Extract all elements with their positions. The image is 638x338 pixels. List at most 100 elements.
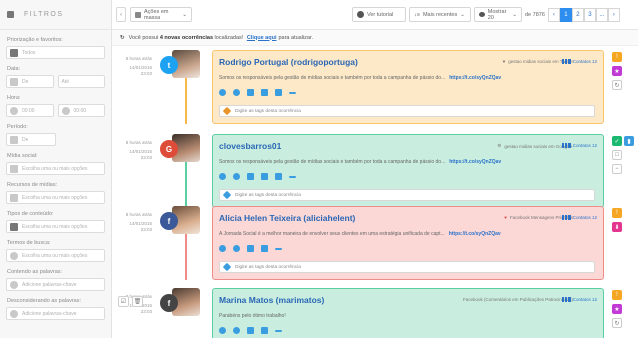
collapse-sidebar-button[interactable]: ‹	[116, 7, 126, 22]
select-card-checkbox[interactable]: ✓	[612, 136, 622, 146]
more-icon[interactable]	[275, 248, 282, 250]
filter-icon[interactable]	[7, 11, 14, 18]
page-next-button[interactable]: ›	[607, 7, 620, 22]
contacts-link[interactable]: Contatos 12	[561, 215, 597, 220]
hour-from-input[interactable]: 00:00	[6, 104, 54, 117]
gear-icon[interactable]: ⚙	[497, 143, 501, 149]
author-name[interactable]: Alicia Helen Teixeira (aliciahelent)	[219, 213, 355, 223]
contacts-link[interactable]: Contatos 12	[561, 143, 597, 148]
media-resources-label: Recursos de mídias:	[7, 182, 58, 188]
contacts-link[interactable]: Contatos 12	[561, 297, 597, 302]
sidebar-header: FILTROS	[0, 0, 111, 30]
contacts-link[interactable]: Contatos 12	[561, 59, 597, 64]
heart-icon[interactable]: ♥	[504, 215, 507, 220]
priority-button[interactable]: !	[612, 208, 622, 218]
remove-icon[interactable]: −	[612, 164, 622, 174]
view-icon[interactable]	[219, 327, 226, 334]
date-to-input[interactable]: Até	[57, 75, 105, 88]
chart-icon	[561, 143, 571, 148]
tag-input[interactable]: Digite as tags desta ocorrência	[219, 261, 595, 273]
refresh-link[interactable]: Clique aqui	[247, 35, 277, 41]
social-media-select[interactable]: Escolha uma ou mais opções	[6, 162, 105, 175]
tag-input[interactable]: Digite as tags desta ocorrência	[219, 105, 595, 117]
image-icon[interactable]	[261, 327, 268, 334]
search-icon[interactable]	[233, 89, 240, 96]
chart-icon	[561, 297, 571, 302]
select-all-checkbox[interactable]: ☑	[118, 296, 129, 307]
pagination: ‹ 1 2 3 ... ›	[547, 7, 620, 22]
page-3-button[interactable]: 3	[583, 7, 596, 22]
more-icon[interactable]	[289, 176, 296, 178]
post-link[interactable]: https://t.co/syQnZQav	[449, 231, 501, 237]
search-terms-select[interactable]: Escolha uma ou mais opções	[6, 249, 105, 262]
image-icon[interactable]	[261, 89, 268, 96]
social-media-label: Mídia social:	[7, 153, 38, 159]
tag-icon	[222, 106, 232, 116]
post-link[interactable]: https://t.co/syQnZQav	[449, 159, 501, 165]
priority-button[interactable]: !	[612, 52, 622, 62]
reply-icon[interactable]	[247, 173, 254, 180]
priority-select[interactable]: Todos	[6, 46, 105, 59]
period-input[interactable]: De	[6, 133, 56, 146]
occurrence-card[interactable]: Alicia Helen Teixeira (aliciahelent) ♥ Fa…	[212, 206, 604, 280]
page-more-button[interactable]: ...	[595, 7, 608, 22]
reply-icon[interactable]	[247, 245, 254, 252]
contains-words-input[interactable]: Adicione palavras-chave	[6, 278, 105, 291]
image-icon[interactable]	[261, 245, 268, 252]
occurrence-card[interactable]: Rodrigo Portugal (rodrigoportuga) ♥ gesta…	[212, 50, 604, 124]
page-prev-button[interactable]: ‹	[547, 7, 560, 22]
contains-words-label: Contendo as palavras:	[7, 269, 63, 275]
search-icon[interactable]	[233, 327, 240, 334]
tutorial-button[interactable]: Ver tutorial	[352, 7, 406, 22]
show-count-dropdown[interactable]: Mostrar 20 ⌄	[474, 7, 522, 22]
eye-icon	[479, 12, 485, 17]
author-name[interactable]: clovesbarros01	[219, 141, 281, 151]
calendar-icon[interactable]	[275, 173, 282, 180]
view-icon[interactable]	[219, 245, 226, 252]
refresh-icon[interactable]: ↻	[120, 35, 125, 41]
occurrence-card[interactable]: Marina Matos (marimatos) Facebook (Comen…	[212, 288, 604, 338]
sort-dropdown[interactable]: ↓≡ Mais recentes ⌄	[409, 7, 471, 22]
page-1-button[interactable]: 1	[559, 7, 572, 22]
author-name[interactable]: Rodrigo Portugal (rodrigoportuga)	[219, 57, 358, 67]
delete-button[interactable]: ▮	[624, 136, 634, 146]
view-icon[interactable]	[219, 89, 226, 96]
search-icon[interactable]	[233, 245, 240, 252]
checkbox-icon	[135, 11, 141, 18]
heart-icon[interactable]: ♥	[503, 59, 506, 64]
twitter-icon: t	[160, 56, 178, 74]
media-resources-select[interactable]: Escolha uma ou mais opções	[6, 191, 105, 204]
hour-to-input[interactable]: 00:00	[57, 104, 105, 117]
sidebar-title: FILTROS	[24, 11, 64, 18]
calendar-icon[interactable]	[275, 89, 282, 96]
view-icon[interactable]	[219, 173, 226, 180]
checkbox-icon[interactable]: □	[612, 150, 622, 160]
author-name[interactable]: Marina Matos (marimatos)	[219, 295, 324, 305]
image-icon[interactable]	[261, 173, 268, 180]
app: FILTROS Priorização e favoritos: Todos D…	[0, 0, 638, 338]
bulk-actions-dropdown[interactable]: Ações em massa ⌄	[130, 7, 192, 22]
more-icon[interactable]	[275, 330, 282, 332]
tag-button[interactable]: ⬇	[612, 222, 622, 232]
trash-icon[interactable]: 🗑	[132, 296, 143, 307]
assign-button[interactable]: ★	[612, 66, 622, 76]
card-actions	[219, 245, 282, 252]
content-types-select[interactable]: Escolha uma ou mais opções	[6, 220, 105, 233]
card-actions	[219, 173, 296, 180]
excluding-words-input[interactable]: Adicione palavras-chave	[6, 307, 105, 320]
new-items-notice: ↻ Você possui 4 novas ocorrências locali…	[112, 30, 638, 46]
reply-icon[interactable]	[247, 327, 254, 334]
date-from-input[interactable]: De	[6, 75, 54, 88]
search-icon[interactable]	[233, 173, 240, 180]
occurrence-card[interactable]: clovesbarros01 ⚙ gestao midias sociais em…	[212, 134, 604, 208]
refresh-icon[interactable]: ↻	[612, 318, 622, 328]
page-2-button[interactable]: 2	[571, 7, 584, 22]
assign-button[interactable]: ★	[612, 304, 622, 314]
refresh-icon[interactable]: ↻	[612, 80, 622, 90]
priority-button[interactable]: !	[612, 290, 622, 300]
reply-icon[interactable]	[247, 89, 254, 96]
sort-icon: ↓≡	[414, 11, 420, 18]
more-icon[interactable]	[289, 92, 296, 94]
post-link[interactable]: https://t.co/syQnZQav	[449, 75, 501, 81]
tag-input[interactable]: Digite as tags desta ocorrência	[219, 189, 595, 201]
